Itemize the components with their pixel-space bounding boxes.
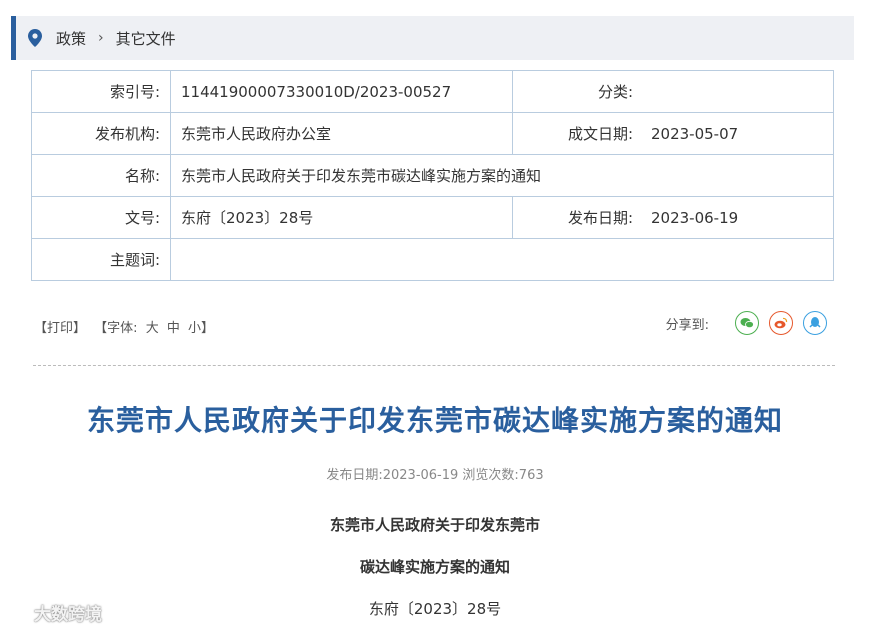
font-small-link[interactable]: 小】 [188, 321, 214, 336]
font-size-label: 【字体: [94, 321, 138, 336]
subject-label: 主题词: [31, 238, 171, 281]
name-label: 名称: [31, 154, 171, 197]
font-medium-link[interactable]: 中 [167, 321, 180, 336]
body-heading-line-1: 东莞市人民政府关于印发东莞市 [329, 516, 540, 534]
font-large-link[interactable]: 大 [146, 321, 159, 336]
share-label: 分享到: [665, 317, 709, 333]
page-tools: 【打印】 【字体: 大 中 小】 [34, 317, 218, 336]
body-docno-line: 东府〔2023〕28号 [368, 600, 502, 618]
docno-label: 文号: [31, 196, 171, 239]
location-pin-icon [28, 29, 42, 47]
wechat-icon[interactable] [735, 311, 759, 335]
created-date-value: 2023-05-07 [641, 112, 834, 155]
index-label: 索引号: [31, 70, 171, 113]
breadcrumb: 政策 › 其它文件 [11, 16, 854, 60]
document-meta-table: 索引号: 11441900007330010D/2023-00527 分类: 发… [31, 70, 834, 281]
name-value: 东莞市人民政府关于印发东莞市碳达峰实施方案的通知 [170, 154, 834, 197]
watermark: 大数跨境 [8, 600, 102, 625]
article-info: 发布日期:2023-06-19 浏览次数:763 [326, 468, 544, 483]
org-label: 发布机构: [31, 112, 171, 155]
body-heading-line-2: 碳达峰实施方案的通知 [359, 558, 510, 576]
chevron-right-icon: › [98, 30, 104, 46]
watermark-logo-icon [9, 605, 27, 620]
docno-value: 东府〔2023〕28号 [170, 196, 513, 239]
category-label: 分类: [512, 70, 641, 113]
weibo-icon[interactable] [769, 311, 793, 335]
page-title: 东莞市人民政府关于印发东莞市碳达峰实施方案的通知 [86, 404, 783, 437]
share-bar: 分享到: [666, 311, 827, 335]
publish-date-label: 发布日期: [512, 196, 641, 239]
index-value: 11441900007330010D/2023-00527 [170, 70, 513, 113]
publish-date-value: 2023-06-19 [641, 196, 834, 239]
breadcrumb-item-policy[interactable]: 政策 [56, 28, 86, 49]
print-link[interactable]: 【打印】 [34, 321, 86, 336]
category-value [641, 70, 834, 113]
breadcrumb-item-other-files[interactable]: 其它文件 [116, 28, 176, 49]
divider [33, 365, 835, 366]
qq-icon[interactable] [803, 311, 827, 335]
subject-value [170, 238, 834, 281]
created-date-label: 成文日期: [512, 112, 641, 155]
org-value: 东莞市人民政府办公室 [170, 112, 513, 155]
